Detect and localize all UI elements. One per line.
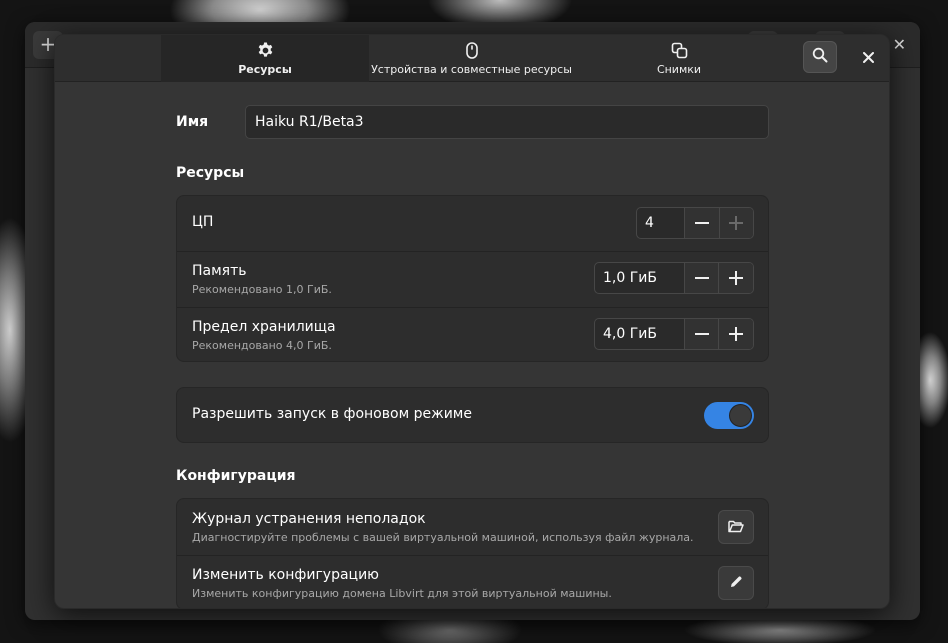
search-button[interactable] [803, 41, 837, 73]
plus-icon [729, 216, 744, 230]
background-run-toggle[interactable] [704, 402, 754, 429]
tab-resources[interactable]: Ресурсы [161, 35, 369, 82]
memory-increase-button[interactable] [718, 263, 753, 293]
configuration-card: Журнал устранения неполадок Диагностируй… [176, 498, 769, 608]
tab-label: Ресурсы [238, 62, 292, 76]
minus-icon [694, 333, 709, 335]
plus-icon [729, 271, 744, 285]
row-divider [177, 251, 768, 252]
name-input[interactable]: Haiku R1/Beta3 [245, 105, 769, 139]
storage-recommendation: Рекомендовано 4,0 ГиБ. [192, 339, 332, 352]
open-log-button[interactable] [718, 510, 754, 544]
toggle-knob [729, 404, 752, 427]
configuration-section-title: Конфигурация [176, 468, 296, 484]
edit-config-row[interactable]: Изменить конфигурацию Изменить конфигура… [177, 555, 768, 608]
search-icon [812, 47, 828, 67]
cpu-increase-button[interactable] [718, 208, 753, 238]
resources-section-title: Ресурсы [176, 165, 245, 181]
minus-icon [694, 277, 709, 279]
name-label: Имя [176, 114, 209, 130]
storage-spinner[interactable]: 4,0 ГиБ [594, 318, 754, 350]
memory-row: Память Рекомендовано 1,0 ГиБ. 1,0 ГиБ [177, 251, 768, 307]
storage-value[interactable]: 4,0 ГиБ [595, 319, 684, 349]
tab-devices-and-shares[interactable]: Устройства и совместные ресурсы [369, 35, 574, 82]
dialog-header: Ресурсы Устройства и совместные ресурсы … [55, 35, 889, 82]
resources-card: ЦП 4 Память Рекомендовано 1,0 ГиБ. 1,0 Г… [176, 195, 769, 362]
storage-decrease-button[interactable] [683, 319, 719, 349]
folder-open-icon [728, 518, 744, 537]
memory-value[interactable]: 1,0 ГиБ [595, 263, 684, 293]
minus-icon [694, 222, 709, 224]
close-button[interactable] [855, 43, 881, 71]
tab-label: Устройства и совместные ресурсы [371, 62, 572, 76]
preferences-dialog: Ресурсы Устройства и совместные ресурсы … [54, 34, 890, 609]
storage-row: Предел хранилища Рекомендовано 4,0 ГиБ. … [177, 307, 768, 361]
plus-icon [729, 327, 744, 341]
edit-config-label: Изменить конфигурацию [192, 567, 379, 583]
row-divider [177, 307, 768, 308]
cpu-row: ЦП 4 [177, 196, 768, 251]
cpu-spinner[interactable]: 4 [636, 207, 754, 239]
cpu-decrease-button[interactable] [684, 208, 719, 238]
snapshots-icon [671, 42, 688, 60]
edit-config-button[interactable] [718, 566, 754, 600]
tab-snapshots[interactable]: Снимки [574, 35, 784, 82]
storage-increase-button[interactable] [718, 319, 753, 349]
close-icon [862, 48, 874, 67]
tab-label: Снимки [656, 62, 702, 76]
background-run-label: Разрешить запуск в фоновом режиме [192, 406, 472, 422]
memory-decrease-button[interactable] [683, 263, 719, 293]
troubleshoot-log-label: Журнал устранения неполадок [192, 511, 426, 527]
gear-icon [257, 42, 274, 60]
pencil-icon [729, 574, 743, 593]
background-card: Разрешить запуск в фоновом режиме [176, 387, 769, 443]
mouse-icon [465, 42, 478, 60]
troubleshoot-log-description: Диагностируйте проблемы с вашей виртуаль… [192, 531, 694, 544]
memory-spinner[interactable]: 1,0 ГиБ [594, 262, 754, 294]
storage-label: Предел хранилища [192, 319, 336, 335]
cpu-label: ЦП [192, 214, 214, 230]
cpu-value[interactable]: 4 [637, 208, 684, 238]
memory-recommendation: Рекомендовано 1,0 ГиБ. [192, 283, 332, 296]
dialog-content: Имя Haiku R1/Beta3 Ресурсы ЦП 4 Память Р… [55, 83, 889, 608]
memory-label: Память [192, 263, 247, 279]
background-close-icon[interactable]: ✕ [893, 35, 906, 54]
troubleshoot-log-row[interactable]: Журнал устранения неполадок Диагностируй… [177, 499, 768, 555]
edit-config-description: Изменить конфигурацию домена Libvirt для… [192, 587, 612, 600]
row-divider [177, 555, 768, 556]
